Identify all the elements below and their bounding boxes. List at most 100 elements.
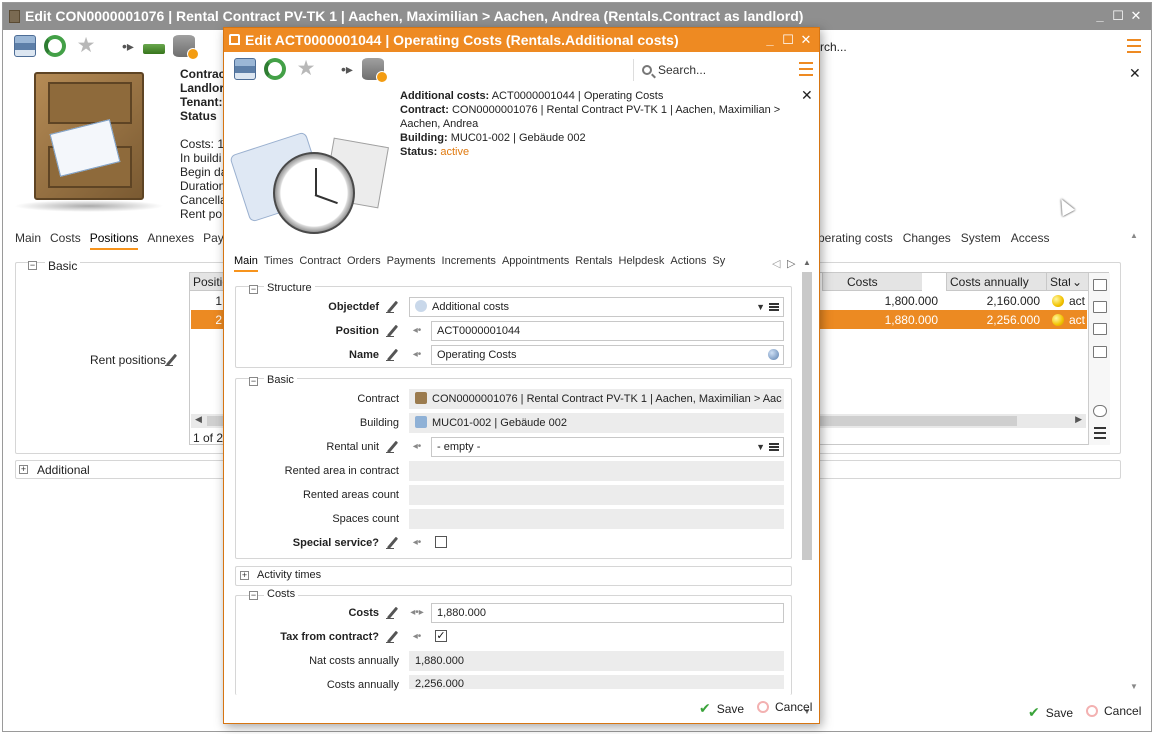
header-cancellation-label: Cancella <box>180 193 227 207</box>
grid-view-icon[interactable] <box>1093 323 1107 335</box>
inherit-arrow-icon[interactable]: ◂• <box>410 441 424 452</box>
page-vertical-scrollbar[interactable]: ▲ ▼ <box>1127 231 1141 691</box>
print-icon[interactable] <box>234 58 256 80</box>
window-title-bar[interactable]: Edit CON0000001076 | Rental Contract PV-… <box>3 3 1151 30</box>
collapse-costs-toggle[interactable]: − <box>249 591 258 600</box>
database-add-icon[interactable] <box>173 35 199 60</box>
collapse-basic-toggle[interactable]: − <box>28 261 37 270</box>
edit-pencil-icon[interactable] <box>386 349 399 362</box>
bg-cancel-button[interactable]: Cancel <box>1086 704 1141 718</box>
tax-from-contract-checkbox[interactable]: ✓ <box>435 630 447 642</box>
dialog-title: Edit ACT0000001044 | Operating Costs (Re… <box>245 32 679 48</box>
dialog-vertical-scrollbar[interactable]: ▲ ▼ <box>800 258 814 716</box>
inherit-arrow-icon[interactable]: ◂•▸ <box>410 607 424 618</box>
search-input[interactable]: Search... <box>633 59 783 81</box>
database-add-icon[interactable] <box>362 58 388 83</box>
special-service-checkbox[interactable] <box>435 536 447 548</box>
menu-icon[interactable] <box>799 62 813 76</box>
dialog-maximize-button[interactable]: ☐ <box>779 28 797 51</box>
rental-unit-select[interactable]: - empty - ▼ <box>431 437 784 457</box>
detail-view-icon[interactable] <box>1093 301 1107 313</box>
dropdown-arrow-icon[interactable]: ▼ <box>756 438 765 456</box>
position-input[interactable]: ACT0000001044 <box>431 321 784 341</box>
edit-pencil-icon[interactable] <box>165 354 178 367</box>
money-icon[interactable] <box>143 44 165 54</box>
edit-pencil-icon[interactable] <box>386 301 399 314</box>
tab-helpdesk[interactable]: Helpdesk <box>619 255 665 270</box>
inherit-arrow-icon[interactable]: ◂• <box>410 537 424 548</box>
list-view-icon[interactable] <box>1093 279 1107 291</box>
bg-save-button[interactable]: ✔ Save <box>1028 704 1073 721</box>
tab-rentals[interactable]: Rentals <box>575 255 612 270</box>
tab-times[interactable]: Times <box>264 255 294 270</box>
tab-actions[interactable]: Actions <box>670 255 706 270</box>
edit-pencil-icon[interactable] <box>386 441 399 454</box>
follow-arrow-icon[interactable]: •▸ <box>117 35 139 57</box>
minimize-button[interactable]: _ <box>1091 3 1109 29</box>
refresh-icon[interactable] <box>44 35 66 57</box>
inherit-arrow-icon[interactable]: ◂• <box>410 325 424 336</box>
tab-orders[interactable]: Orders <box>347 255 381 270</box>
refresh-icon[interactable] <box>264 58 286 80</box>
tab-increments[interactable]: Increments <box>442 255 496 270</box>
building-field[interactable]: MUC01-002 | Gebäude 002 <box>409 413 784 433</box>
tab-costs[interactable]: Costs <box>50 231 81 248</box>
dialog-minimize-button[interactable]: _ <box>761 28 779 51</box>
tab-payments[interactable]: Payments <box>387 255 436 270</box>
tab-contract[interactable]: Contract <box>299 255 341 270</box>
tab-operating-costs[interactable]: perating costs <box>818 231 893 245</box>
favorite-star-icon[interactable]: ★ <box>75 35 97 57</box>
follow-arrow-icon[interactable]: •▸ <box>336 58 358 80</box>
list-menu-icon[interactable] <box>769 443 779 451</box>
comment-icon[interactable] <box>1093 405 1107 417</box>
tab-main[interactable]: Main <box>234 255 258 272</box>
tab-main[interactable]: Main <box>15 231 41 248</box>
maximize-button[interactable]: ☐ <box>1109 3 1127 29</box>
cancel-button[interactable]: Cancel <box>757 700 812 714</box>
collapse-structure-toggle[interactable]: − <box>249 285 258 294</box>
tab-appointments[interactable]: Appointments <box>502 255 569 270</box>
costs-input[interactable]: 1,880.000 <box>431 603 784 623</box>
edit-pencil-icon[interactable] <box>386 325 399 338</box>
collapse-basic-toggle[interactable]: − <box>249 377 258 386</box>
cabinet-icon <box>9 10 20 23</box>
column-menu-chevron-icon[interactable]: ⌄ <box>1070 273 1088 291</box>
translate-globe-icon[interactable] <box>768 349 779 360</box>
objectdef-select[interactable]: Additional costs ▼ <box>409 297 784 317</box>
dialog-close-button[interactable]: ✕ <box>797 28 815 51</box>
tab-scroll-right-icon[interactable]: ▷ <box>787 257 795 270</box>
print-icon[interactable] <box>14 35 36 57</box>
tab-annexes[interactable]: Annexes <box>147 231 194 248</box>
edit-pencil-icon[interactable] <box>386 537 399 550</box>
menu-icon[interactable] <box>1127 39 1141 53</box>
scrollbar-thumb[interactable] <box>802 272 812 560</box>
search-view-icon[interactable] <box>1093 346 1107 358</box>
close-window-button[interactable]: ✕ <box>1127 3 1145 29</box>
save-button[interactable]: ✔ Save <box>699 700 744 717</box>
list-menu-icon[interactable] <box>769 303 779 311</box>
tab-system[interactable]: Sy <box>712 255 725 270</box>
search-input-partial[interactable]: rch... <box>820 40 847 54</box>
tab-scroll-left-icon[interactable]: ◁ <box>772 257 780 270</box>
tab-system[interactable]: System <box>961 231 1001 245</box>
contract-field[interactable]: CON0000001076 | Rental Contract PV-TK 1 … <box>409 389 784 409</box>
close-header-icon[interactable]: ✕ <box>801 87 813 104</box>
favorite-star-icon[interactable]: ★ <box>295 58 317 80</box>
edit-pencil-icon[interactable] <box>386 631 399 644</box>
expand-activity-times-toggle[interactable]: + <box>240 571 249 580</box>
edit-pencil-icon[interactable] <box>386 607 399 620</box>
expand-additional-toggle[interactable]: + <box>19 465 28 474</box>
tab-changes[interactable]: Changes <box>903 231 951 245</box>
col-header-costs-annually[interactable]: Costs annually <box>946 273 1046 291</box>
dropdown-arrow-icon[interactable]: ▼ <box>756 298 765 316</box>
tab-access[interactable]: Access <box>1011 231 1050 245</box>
grid-menu-icon[interactable] <box>1094 427 1106 441</box>
inherit-arrow-icon[interactable]: ◂• <box>410 349 424 360</box>
col-header-costs[interactable]: Costs <box>822 273 922 291</box>
tab-positions[interactable]: Positions <box>89 231 139 250</box>
inherit-arrow-icon[interactable]: ◂• <box>410 631 424 642</box>
dialog-title-bar[interactable]: Edit ACT0000001044 | Operating Costs (Re… <box>224 28 819 52</box>
name-input[interactable]: Operating Costs <box>431 345 784 365</box>
close-header-icon[interactable]: ✕ <box>1129 65 1141 82</box>
info-contract-continued: Aachen, Andrea <box>400 118 479 130</box>
